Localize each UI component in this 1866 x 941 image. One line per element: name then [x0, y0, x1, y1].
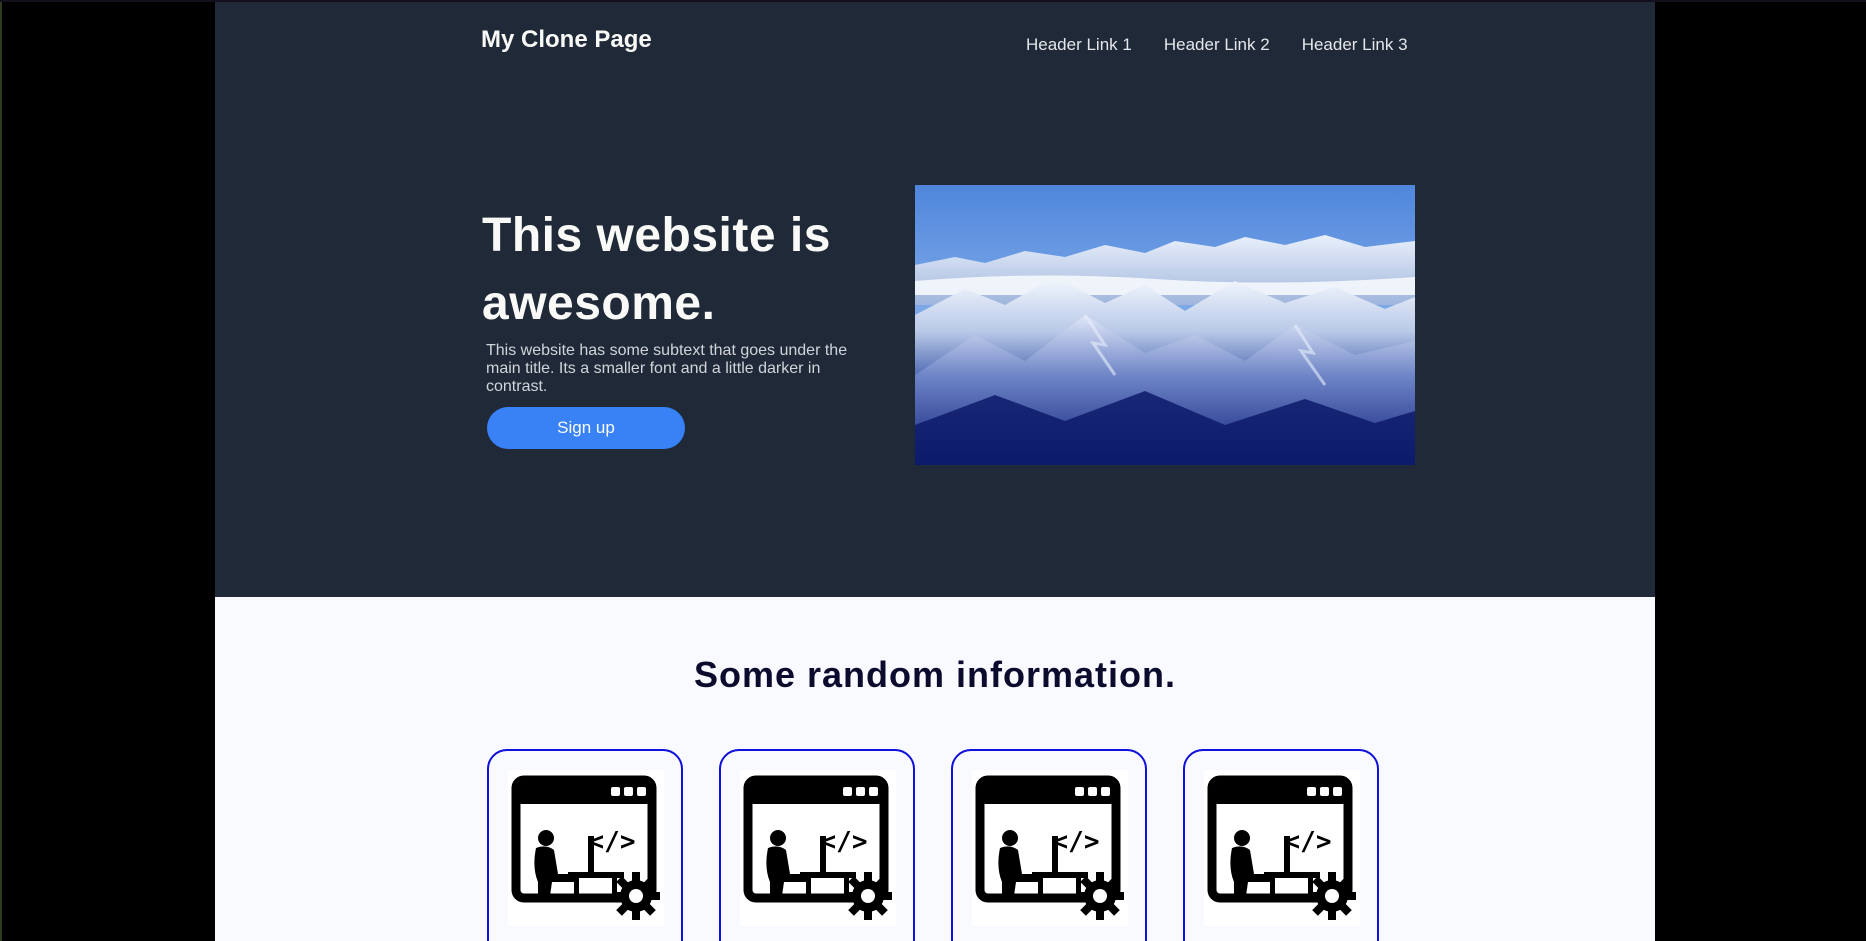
developer-workstation-icon: [740, 770, 896, 926]
signup-button[interactable]: Sign up: [487, 407, 685, 449]
hero-title: This website is awesome.: [482, 209, 831, 330]
header-nav: Header Link 1 Header Link 2 Header Link …: [1026, 35, 1440, 55]
developer-workstation-icon: [508, 770, 664, 926]
developer-workstation-icon: [972, 770, 1128, 926]
info-card[interactable]: [487, 749, 683, 941]
header-link-3[interactable]: Header Link 3: [1302, 35, 1408, 55]
page: My Clone Page Header Link 1 Header Link …: [215, 2, 1655, 941]
info-card[interactable]: [951, 749, 1147, 941]
hero-mountain-image: [915, 185, 1415, 465]
site-logo[interactable]: My Clone Page: [481, 26, 652, 54]
hero-subtext: This website has some subtext that goes …: [486, 342, 848, 395]
window-left-edge: [0, 0, 2, 941]
info-card[interactable]: [719, 749, 915, 941]
info-card[interactable]: [1183, 749, 1379, 941]
header-link-2[interactable]: Header Link 2: [1164, 35, 1270, 55]
hero-section: My Clone Page Header Link 1 Header Link …: [215, 2, 1655, 597]
hero-text: This website is awesome. This website ha…: [482, 202, 902, 396]
info-section-title: Some random information.: [693, 654, 1177, 695]
developer-workstation-icon: [1204, 770, 1360, 926]
header-link-1[interactable]: Header Link 1: [1026, 35, 1132, 55]
